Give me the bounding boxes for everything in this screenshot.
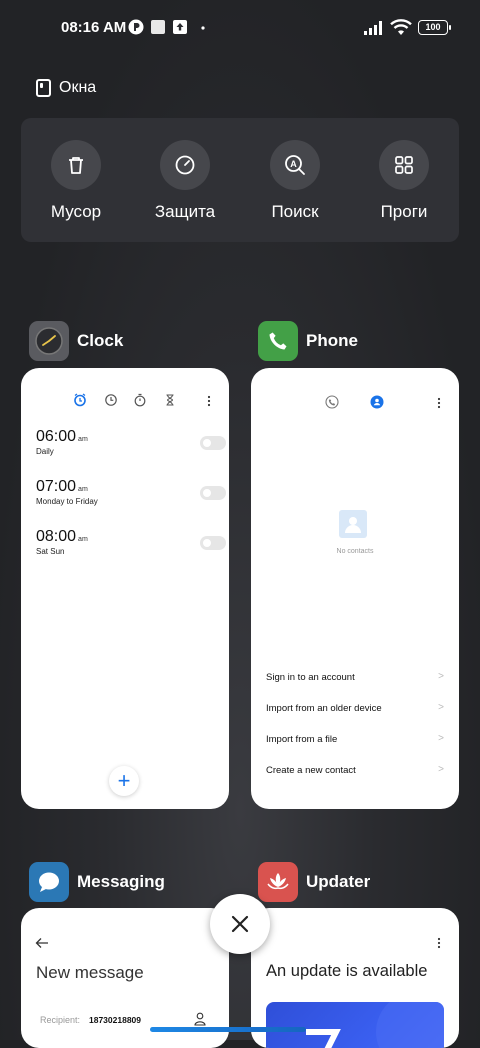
alarm-ampm: am — [78, 436, 88, 443]
stopwatch-tab-icon[interactable] — [133, 393, 147, 407]
quick-tools-panel: Мусор Защита A Поиск Проги — [21, 118, 459, 242]
tool-apps-label: Проги — [380, 202, 428, 221]
trash-icon — [69, 157, 83, 174]
clock-app-name: Clock — [77, 331, 124, 350]
no-contacts-text: No contacts — [336, 548, 374, 555]
tool-cleaner-label: Мусор — [50, 202, 102, 221]
tool-search-label: Поиск — [271, 202, 319, 221]
alarm-toggle[interactable] — [200, 536, 226, 550]
update-banner — [266, 1002, 444, 1048]
tool-security-label: Защита — [154, 202, 216, 221]
wifi-icon — [390, 19, 412, 35]
alarm-ampm: am — [78, 536, 88, 543]
alarm-time: 06:00 — [36, 428, 77, 445]
window-icon — [36, 79, 51, 97]
windows-label: Окна — [36, 79, 96, 97]
empty-contact-icon — [339, 510, 367, 538]
clock-more-icon[interactable] — [207, 395, 211, 407]
messaging-app-icon — [29, 862, 69, 902]
square-notification-icon — [151, 20, 165, 34]
link-label: Import from an older device — [266, 703, 382, 714]
phone-app-card[interactable]: No contacts Sign in to an account > Impor… — [251, 368, 459, 809]
contacts-tab-icon[interactable] — [370, 395, 384, 409]
app-notification-icon — [128, 19, 144, 35]
alarm-days: Monday to Friday — [36, 497, 98, 506]
tool-search-button[interactable]: A Поиск — [245, 140, 345, 222]
update-title: An update is available — [266, 962, 428, 980]
phone-app-icon — [258, 321, 298, 361]
more-notifications-dot-icon — [201, 26, 205, 30]
alarm-toggle[interactable] — [200, 486, 226, 500]
shield-gauge-icon — [175, 155, 195, 175]
status-bar: 08:16 AM 100 — [0, 0, 480, 56]
close-icon — [231, 915, 249, 933]
alarm-days: Sat Sun — [36, 547, 65, 556]
phone-app-header[interactable]: Phone — [258, 321, 358, 361]
plus-icon: + — [117, 768, 131, 793]
alarm-tab-icon[interactable] — [73, 393, 87, 407]
alarm-toggle[interactable] — [200, 436, 226, 450]
world-clock-tab-icon[interactable] — [104, 393, 118, 407]
link-label: Create a new contact — [266, 765, 356, 776]
link-label: Sign in to an account — [266, 672, 355, 683]
add-alarm-button[interactable]: + — [109, 766, 139, 796]
alarm-item[interactable]: 07:00 am Monday to Friday — [36, 478, 226, 506]
updater-app-name: Updater — [306, 872, 371, 891]
messaging-app-name: Messaging — [77, 872, 165, 891]
updater-more-icon[interactable] — [437, 937, 441, 949]
back-arrow-icon[interactable] — [35, 937, 49, 949]
phone-app-name: Phone — [306, 331, 358, 350]
messaging-app-header[interactable]: Messaging — [29, 862, 165, 902]
updater-app-icon — [258, 862, 298, 902]
sign-in-account-link[interactable]: Sign in to an account > — [266, 671, 444, 683]
new-message-title: New message — [36, 963, 144, 982]
alarm-days: Daily — [36, 447, 54, 456]
chevron-right-icon: > — [438, 733, 444, 744]
import-older-device-link[interactable]: Import from an older device > — [266, 702, 444, 714]
clock-app-header[interactable]: Clock — [29, 321, 123, 361]
home-indicator[interactable] — [150, 1027, 306, 1032]
upload-notification-icon — [173, 20, 187, 34]
recipient-value[interactable]: 18730218809 — [89, 1015, 141, 1025]
apps-grid-icon — [395, 156, 413, 174]
clock-app-icon — [29, 321, 69, 361]
alarm-time: 08:00 — [36, 528, 77, 545]
tool-apps-button[interactable]: Проги — [354, 140, 454, 222]
alarm-item[interactable]: 08:00 am Sat Sun — [36, 528, 226, 556]
clear-all-button[interactable] — [210, 894, 270, 954]
battery-icon: 100 — [418, 20, 451, 35]
create-contact-link[interactable]: Create a new contact > — [266, 764, 444, 776]
updater-app-header[interactable]: Updater — [258, 862, 370, 902]
link-label: Import from a file — [266, 734, 338, 745]
windows-label-text: Окна — [59, 79, 97, 96]
tool-cleaner-button[interactable]: Мусор — [26, 140, 126, 222]
contact-picker-icon[interactable] — [194, 1012, 206, 1026]
status-time: 08:16 AM — [61, 19, 127, 36]
alarm-time: 07:00 — [36, 478, 77, 495]
timer-tab-icon[interactable] — [163, 393, 177, 407]
phone-more-icon[interactable] — [437, 397, 441, 409]
import-file-link[interactable]: Import from a file > — [266, 733, 444, 745]
svg-text:A: A — [290, 159, 297, 169]
chevron-right-icon: > — [438, 764, 444, 775]
alarm-item[interactable]: 06:00 am Daily — [36, 428, 226, 456]
clock-tabs — [21, 393, 229, 411]
clock-app-card[interactable]: 06:00 am Daily 07:00 am Monday to Friday 0… — [21, 368, 229, 809]
tool-security-button[interactable]: Защита — [135, 140, 235, 222]
chevron-right-icon: > — [438, 702, 444, 713]
chevron-right-icon: > — [438, 671, 444, 682]
recipient-label: Recipient: — [40, 1015, 81, 1025]
signal-icon — [364, 21, 382, 35]
search-icon: A — [285, 155, 305, 175]
recents-tab-icon[interactable] — [325, 395, 339, 409]
alarm-ampm: am — [78, 486, 88, 493]
